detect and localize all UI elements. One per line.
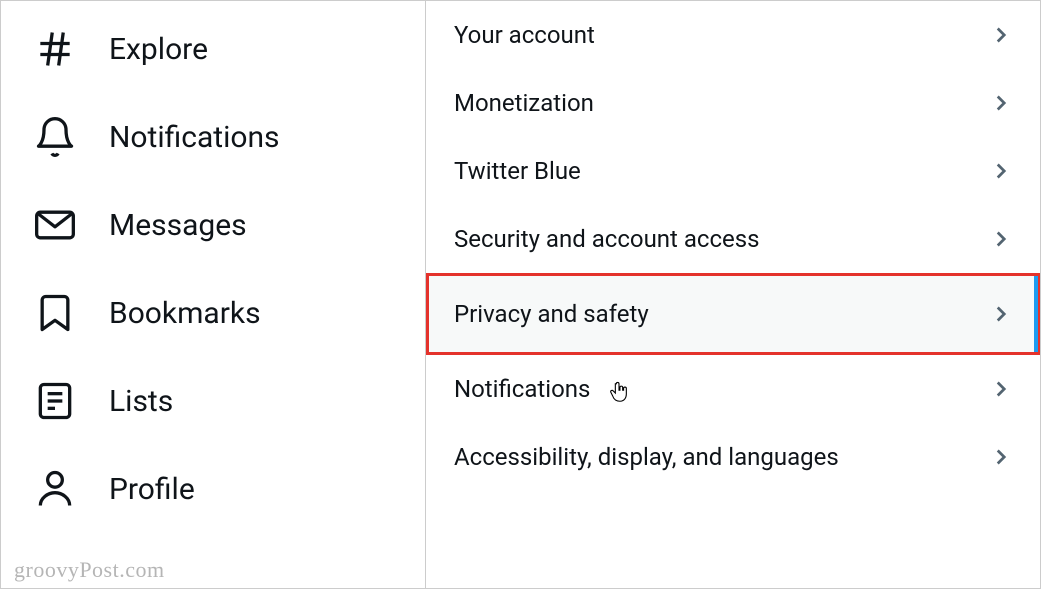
list-icon — [33, 379, 77, 423]
nav-label: Notifications — [109, 120, 280, 155]
nav-notifications[interactable]: Notifications — [23, 93, 425, 181]
nav-messages[interactable]: Messages — [23, 181, 425, 269]
envelope-icon — [33, 203, 77, 247]
settings-accessibility[interactable]: Accessibility, display, and languages — [426, 423, 1040, 491]
nav-profile[interactable]: Profile — [23, 445, 425, 533]
settings-twitter-blue[interactable]: Twitter Blue — [426, 137, 1040, 205]
nav-label: Lists — [109, 384, 173, 419]
settings-monetization[interactable]: Monetization — [426, 69, 1040, 137]
settings-label: Privacy and safety — [454, 300, 649, 328]
chevron-right-icon — [987, 443, 1015, 471]
sidebar-nav: Explore Notifications Messages — [1, 1, 426, 588]
chevron-right-icon — [987, 375, 1015, 403]
chevron-right-icon — [987, 225, 1015, 253]
app-frame: Explore Notifications Messages — [0, 0, 1041, 589]
settings-label: Security and account access — [454, 225, 760, 253]
chevron-right-icon — [987, 157, 1015, 185]
chevron-right-icon — [987, 21, 1015, 49]
nav-explore[interactable]: Explore — [23, 5, 425, 93]
chevron-right-icon — [987, 89, 1015, 117]
nav-label: Explore — [109, 32, 208, 67]
settings-privacy-safety[interactable]: Privacy and safety — [426, 273, 1040, 355]
settings-label: Monetization — [454, 89, 594, 117]
nav-label: Profile — [109, 472, 195, 507]
bookmark-icon — [33, 291, 77, 335]
settings-security-access[interactable]: Security and account access — [426, 205, 1040, 273]
nav-lists[interactable]: Lists — [23, 357, 425, 445]
person-icon — [33, 467, 77, 511]
nav-label: Messages — [109, 208, 247, 243]
bell-icon — [33, 115, 77, 159]
active-indicator — [1034, 276, 1038, 352]
nav-bookmarks[interactable]: Bookmarks — [23, 269, 425, 357]
settings-label: Notifications — [454, 375, 590, 403]
settings-panel: Your account Monetization Twitter Blue S… — [426, 1, 1040, 588]
hash-icon — [33, 27, 77, 71]
settings-label: Your account — [454, 21, 595, 49]
nav-label: Bookmarks — [109, 296, 261, 331]
settings-notifications[interactable]: Notifications — [426, 355, 1040, 423]
settings-your-account[interactable]: Your account — [426, 1, 1040, 69]
settings-label: Twitter Blue — [454, 157, 581, 185]
chevron-right-icon — [987, 300, 1015, 328]
settings-label: Accessibility, display, and languages — [454, 443, 839, 471]
